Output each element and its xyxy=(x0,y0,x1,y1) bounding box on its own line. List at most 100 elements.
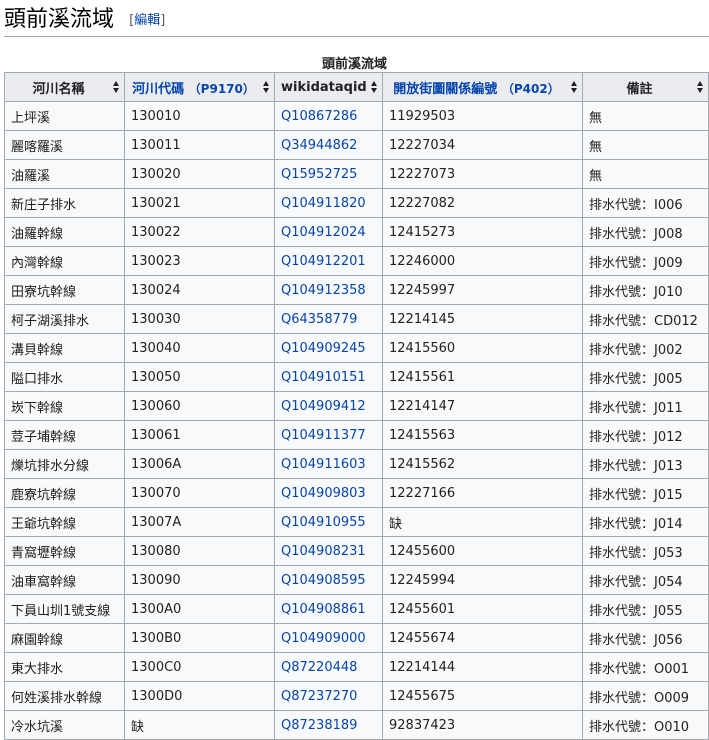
notes-cell: 排水代號：J015 xyxy=(582,478,709,508)
wikidata-link[interactable]: Q104911377 xyxy=(281,428,366,443)
sort-icon[interactable] xyxy=(113,81,119,93)
river-code-cell: 130040 xyxy=(124,333,275,363)
wikidata-link[interactable]: Q104912024 xyxy=(281,225,366,240)
river-code-cell: 130060 xyxy=(124,391,275,421)
river-code-cell: 13007A xyxy=(124,507,275,537)
notes-cell: 排水代號：J054 xyxy=(582,565,709,595)
notes-cell: 無 xyxy=(582,130,709,160)
wikidata-link[interactable]: Q87238189 xyxy=(281,718,357,733)
osm-relation-cell: 12245994 xyxy=(382,565,583,595)
wikidata-link[interactable]: Q87237270 xyxy=(281,689,357,704)
river-code-cell: 130070 xyxy=(124,478,275,508)
wikidata-qid-cell: Q104908595 xyxy=(274,565,383,595)
river-code-cell: 130080 xyxy=(124,536,275,566)
river-name-cell: 鹿寮坑幹線 xyxy=(4,478,125,508)
sort-icon[interactable] xyxy=(263,81,269,93)
wikidata-link[interactable]: Q104910151 xyxy=(281,370,366,385)
sort-icon[interactable] xyxy=(697,81,703,93)
wikidata-link[interactable]: Q104912358 xyxy=(281,283,366,298)
river-name-cell: 麗喀羅溪 xyxy=(4,130,125,160)
river-name-cell: 東大排水 xyxy=(4,652,125,682)
section-heading: 頭前溪流域 [編輯] xyxy=(4,4,709,37)
wikidata-link[interactable]: Q15952725 xyxy=(281,167,357,182)
notes-cell: 排水代號：CD012 xyxy=(582,304,709,334)
osm-relation-cell: 12246000 xyxy=(382,246,583,276)
osm-relation-cell: 12214147 xyxy=(382,391,583,421)
wikidata-link[interactable]: Q104909000 xyxy=(281,631,366,646)
wikidata-link[interactable]: Q64358779 xyxy=(281,312,357,327)
table-row: 荳子埔幹線 130061 Q104911377 12415563 排水代號：J012 xyxy=(4,420,709,450)
column-header-wikidataqid[interactable]: wikidataqid xyxy=(274,72,383,102)
notes-cell: 排水代號：J013 xyxy=(582,449,709,479)
section-title: 頭前溪流域 xyxy=(4,7,115,32)
osm-relation-cell: 12415273 xyxy=(382,217,583,247)
wikidata-link[interactable]: Q34944862 xyxy=(281,138,357,153)
river-code-cell: 1300D0 xyxy=(124,681,275,711)
header-link[interactable]: 河川代碼 xyxy=(132,82,184,97)
river-code-cell: 130022 xyxy=(124,217,275,247)
wikidata-link[interactable]: Q104910955 xyxy=(281,515,366,530)
river-name-cell: 何姓溪排水幹線 xyxy=(4,681,125,711)
wikidata-qid-cell: Q104911820 xyxy=(274,188,383,218)
river-name-cell: 下員山圳1號支線 xyxy=(4,594,125,624)
osm-relation-cell: 12455601 xyxy=(382,594,583,624)
column-header-osm-relation[interactable]: 開放街圖關係編號 （P402） xyxy=(382,72,583,102)
osm-relation-cell: 12227073 xyxy=(382,159,583,189)
column-header-river-code[interactable]: 河川代碼 （P9170） xyxy=(124,72,275,102)
header-link[interactable]: 開放街圖關係編號 xyxy=(393,82,497,97)
table-row: 麗喀羅溪 130011 Q34944862 12227034 無 xyxy=(4,130,709,160)
river-name-cell: 油羅溪 xyxy=(4,159,125,189)
river-name-cell: 隘口排水 xyxy=(4,362,125,392)
river-code-cell: 130030 xyxy=(124,304,275,334)
notes-cell: 排水代號：J014 xyxy=(582,507,709,537)
table-row: 青窩壢幹線 130080 Q104908231 12455600 排水代號：J053 xyxy=(4,536,709,566)
table-row: 油車窩幹線 130090 Q104908595 12245994 排水代號：J054 xyxy=(4,565,709,595)
column-header-notes[interactable]: 備註 xyxy=(582,72,709,102)
table-row: 何姓溪排水幹線 1300D0 Q87237270 12455675 排水代號：O009 xyxy=(4,681,709,711)
table-row: 田寮坑幹線 130024 Q104912358 12245997 排水代號：J010 xyxy=(4,275,709,305)
table-row: 爍坑排水分線 13006A Q104911603 12415562 排水代號：J013 xyxy=(4,449,709,479)
notes-cell: 無 xyxy=(582,159,709,189)
wikidata-qid-cell: Q104912024 xyxy=(274,217,383,247)
river-code-cell: 缺 xyxy=(124,710,275,740)
table-row: 新庄子排水 130021 Q104911820 12227082 排水代號：I006 xyxy=(4,188,709,218)
osm-relation-cell: 11929503 xyxy=(382,101,583,131)
table-row: 油羅溪 130020 Q15952725 12227073 無 xyxy=(4,159,709,189)
notes-cell: 排水代號：J055 xyxy=(582,594,709,624)
wikidata-link[interactable]: Q87220448 xyxy=(281,660,357,675)
wikidata-link[interactable]: Q104912201 xyxy=(281,254,366,269)
edit-link[interactable]: 編輯 xyxy=(134,13,160,28)
wikidata-link[interactable]: Q10867286 xyxy=(281,109,357,124)
river-name-cell: 冷水坑溪 xyxy=(4,710,125,740)
wikidata-link[interactable]: Q104908231 xyxy=(281,544,366,559)
wikidata-link[interactable]: Q104909412 xyxy=(281,399,366,414)
notes-cell: 排水代號：J005 xyxy=(582,362,709,392)
sort-icon[interactable] xyxy=(571,81,577,93)
osm-relation-cell: 12214145 xyxy=(382,304,583,334)
wikidata-link[interactable]: Q104911603 xyxy=(281,457,366,472)
wikidata-link[interactable]: Q104908595 xyxy=(281,573,366,588)
wikidata-link[interactable]: Q104909803 xyxy=(281,486,366,501)
table-row: 油羅幹線 130022 Q104912024 12415273 排水代號：J008 xyxy=(4,217,709,247)
column-header-river-name[interactable]: 河川名稱 xyxy=(4,72,125,102)
header-label: 備註 xyxy=(626,81,653,97)
wikidata-qid-cell: Q104909803 xyxy=(274,478,383,508)
wikidata-qid-cell: Q104911603 xyxy=(274,449,383,479)
osm-relation-cell: 12415561 xyxy=(382,362,583,392)
wikidata-link[interactable]: Q104909245 xyxy=(281,341,366,356)
river-code-cell: 130010 xyxy=(124,101,275,131)
wikidata-qid-cell: Q64358779 xyxy=(274,304,383,334)
table-caption: 頭前溪流域 xyxy=(321,57,387,72)
river-code-cell: 130020 xyxy=(124,159,275,189)
river-name-cell: 溝貝幹線 xyxy=(4,333,125,363)
table-row: 上坪溪 130010 Q10867286 11929503 無 xyxy=(4,101,709,131)
wikidata-link[interactable]: Q104911820 xyxy=(281,196,366,211)
sort-icon[interactable] xyxy=(371,81,377,93)
river-name-cell: 麻園幹線 xyxy=(4,623,125,653)
river-name-cell: 柯子湖溪排水 xyxy=(4,304,125,334)
wikidata-link[interactable]: Q104908861 xyxy=(281,602,366,617)
wikidata-qid-cell: Q34944862 xyxy=(274,130,383,160)
wikidata-qid-cell: Q104909245 xyxy=(274,333,383,363)
notes-cell: 排水代號：J053 xyxy=(582,536,709,566)
notes-cell: 排水代號：J056 xyxy=(582,623,709,653)
